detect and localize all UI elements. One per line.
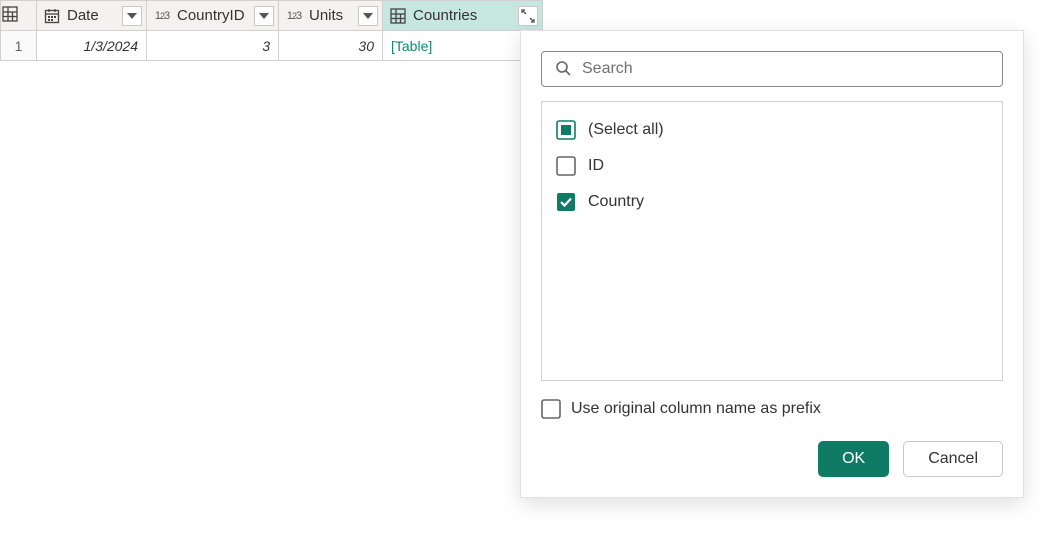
cell-countryid[interactable]: 3 (147, 31, 278, 60)
column-label: Units (309, 7, 354, 24)
prefix-label: Use original column name as prefix (571, 400, 821, 418)
ok-button[interactable]: OK (818, 441, 889, 477)
select-all-row[interactable]: (Select all) (550, 112, 994, 148)
fields-list: (Select all) ID Country (541, 101, 1003, 381)
cell-date[interactable]: 1/3/2024 (37, 31, 146, 60)
column-header-date[interactable]: Date (37, 1, 147, 31)
field-label: ID (588, 157, 604, 175)
checkbox-unchecked-icon[interactable] (541, 399, 561, 419)
select-all-label: (Select all) (588, 121, 664, 139)
column-filter-button[interactable] (122, 6, 142, 26)
column-label: Date (67, 7, 118, 24)
search-box[interactable] (541, 51, 1003, 87)
cell-units[interactable]: 30 (279, 31, 382, 60)
field-row-id[interactable]: ID (550, 148, 994, 184)
table-icon (387, 5, 409, 27)
row-index[interactable]: 1 (1, 31, 37, 61)
column-label: Countries (413, 7, 514, 24)
column-label: CountryID (177, 7, 250, 24)
field-label: Country (588, 193, 644, 211)
column-filter-button[interactable] (254, 6, 274, 26)
prefix-option[interactable]: Use original column name as prefix (541, 399, 1003, 419)
checkbox-indeterminate-icon[interactable] (556, 120, 576, 140)
cancel-button[interactable]: Cancel (903, 441, 1003, 477)
cell-countries-table[interactable]: [Table] (383, 31, 542, 60)
number-type-icon: 123 (283, 5, 305, 27)
grid-corner[interactable] (1, 1, 37, 31)
field-row-country[interactable]: Country (550, 184, 994, 220)
column-header-countries[interactable]: Countries (383, 1, 543, 31)
number-type-icon: 123 (151, 5, 173, 27)
column-header-units[interactable]: 123 Units (279, 1, 383, 31)
search-icon (554, 59, 572, 80)
checkbox-checked-icon[interactable] (556, 192, 576, 212)
search-input[interactable] (582, 60, 990, 78)
column-filter-button[interactable] (358, 6, 378, 26)
column-header-countryid[interactable]: 123 CountryID (147, 1, 279, 31)
checkbox-unchecked-icon[interactable] (556, 156, 576, 176)
table-row[interactable]: 1 1/3/2024 3 30 [Table] (1, 31, 543, 61)
data-grid: Date 123 CountryID 123 Units (0, 0, 543, 61)
calendar-icon (41, 5, 63, 27)
expand-column-button[interactable] (518, 6, 538, 26)
expand-column-popup: (Select all) ID Country Use original col… (520, 30, 1024, 498)
